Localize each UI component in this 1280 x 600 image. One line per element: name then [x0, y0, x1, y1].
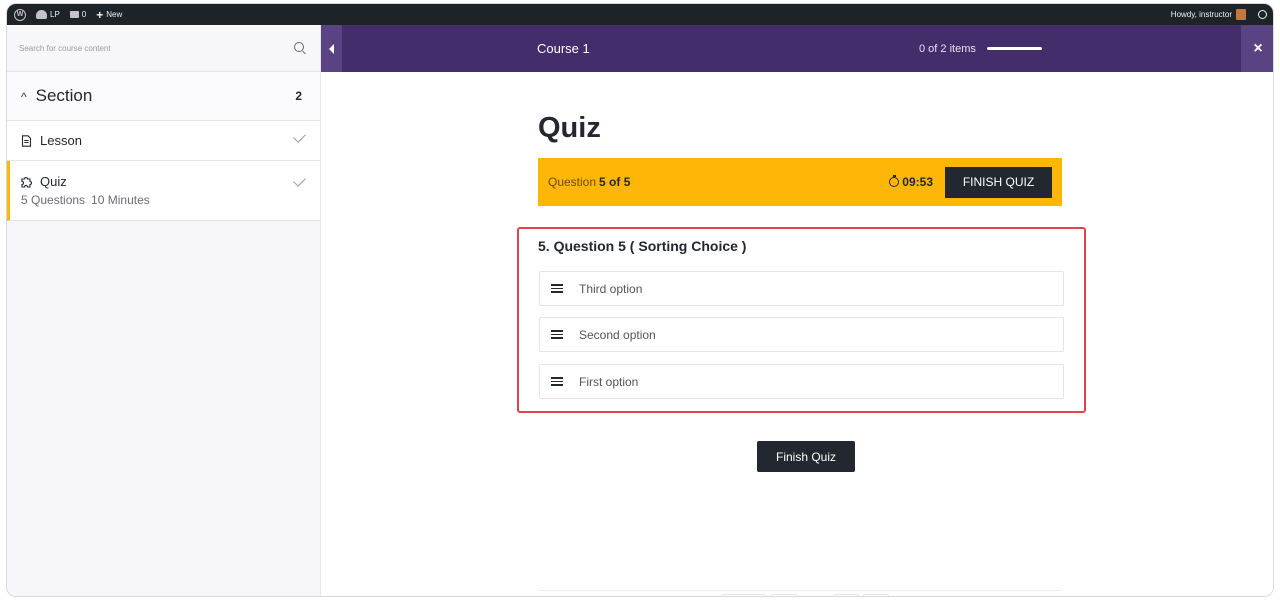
question-counter-value: 5 of 5 — [599, 175, 631, 189]
comments-item[interactable]: 0 — [65, 4, 91, 25]
question-title: 5. Question 5 ( Sorting Choice ) — [538, 238, 747, 254]
question-counter: Question 5 of 5 — [548, 175, 630, 189]
site-name-item[interactable]: LP — [31, 4, 65, 25]
check-icon — [293, 130, 306, 143]
course-sidebar: ^ Section 2 Lesson Quiz 5 Questions 10 Mi… — [7, 25, 321, 596]
quiz-question-count: 5 Questions — [21, 193, 86, 207]
quiz-label: Quiz — [40, 174, 67, 189]
question-box: 5. Question 5 ( Sorting Choice ) Third o… — [517, 227, 1086, 413]
option-label: First option — [579, 374, 639, 389]
quiz-status-bar: Question 5 of 5 09:53 FINISH QUIZ — [538, 158, 1062, 206]
close-button[interactable]: × — [1241, 25, 1273, 72]
admin-bar: W LP 0 + New Howdy, instructor — [7, 4, 1273, 25]
sidebar-item-lesson[interactable]: Lesson — [7, 121, 320, 161]
comments-count: 0 — [81, 10, 87, 19]
search-icon[interactable] — [294, 42, 304, 52]
quiz-timer: 09:53 — [889, 175, 933, 189]
greeting-text: Howdy, instructor — [1170, 10, 1232, 19]
site-name: LP — [50, 10, 60, 19]
course-progress-text: 0 of 2 items — [919, 43, 976, 55]
sidebar-toggle-button[interactable] — [321, 25, 342, 72]
admin-search-icon[interactable] — [1258, 10, 1267, 19]
caret-left-icon — [329, 43, 334, 54]
comment-icon — [69, 11, 79, 18]
nav-button[interactable] — [863, 594, 889, 596]
nav-button[interactable] — [771, 594, 797, 596]
course-header: Course 1 0 of 2 items × — [321, 25, 1273, 72]
new-label: New — [106, 10, 123, 19]
course-title: Course 1 — [537, 41, 590, 56]
search-input[interactable] — [19, 43, 259, 53]
finish-quiz-bottom-button[interactable]: Finish Quiz — [757, 441, 855, 472]
app-frame: W LP 0 + New Howdy, instructor ^ — [6, 3, 1274, 597]
drag-handle-icon[interactable] — [551, 284, 563, 293]
quiz-duration: 10 Minutes — [91, 193, 150, 207]
lesson-label: Lesson — [40, 133, 82, 148]
section-count: 2 — [295, 89, 302, 103]
finish-quiz-button[interactable]: FINISH QUIZ — [945, 166, 1052, 198]
option-label: Second option — [579, 327, 656, 342]
sortable-option[interactable]: Second option — [539, 317, 1064, 352]
nav-button[interactable] — [721, 594, 765, 596]
course-progress-bar — [987, 47, 1042, 50]
quiz-meta: 5 Questions 10 Minutes — [21, 193, 307, 207]
sortable-option[interactable]: Third option — [539, 271, 1064, 306]
page-title: Quiz — [538, 112, 601, 144]
divider — [538, 590, 1062, 591]
sortable-option[interactable]: First option — [539, 364, 1064, 399]
puzzle-icon — [20, 175, 33, 188]
course-progress-fill — [987, 47, 1042, 50]
drag-handle-icon[interactable] — [551, 330, 563, 339]
course-search — [7, 25, 320, 72]
timer-value: 09:53 — [902, 175, 933, 189]
section-title: Section — [35, 86, 93, 105]
plus-icon: + — [96, 7, 104, 22]
sidebar-item-quiz[interactable]: Quiz 5 Questions 10 Minutes — [7, 161, 320, 221]
stopwatch-icon — [889, 175, 900, 187]
drag-handle-icon[interactable] — [551, 377, 563, 386]
account-item[interactable]: Howdy, instructor — [1166, 4, 1251, 25]
question-counter-label: Question — [548, 175, 597, 189]
new-content-item[interactable]: + New — [91, 4, 127, 25]
section-header[interactable]: ^ Section 2 — [7, 72, 320, 121]
avatar — [1236, 9, 1246, 20]
quiz-content: Quiz Question 5 of 5 09:53 FINISH QUIZ 5.… — [321, 72, 1273, 596]
dashboard-icon — [36, 10, 47, 19]
option-label: Third option — [579, 281, 643, 296]
document-icon — [20, 134, 33, 147]
wordpress-icon: W — [14, 8, 26, 21]
nav-button[interactable] — [833, 594, 859, 596]
chevron-up-icon: ^ — [21, 90, 27, 104]
wp-logo-item[interactable]: W — [7, 4, 31, 25]
